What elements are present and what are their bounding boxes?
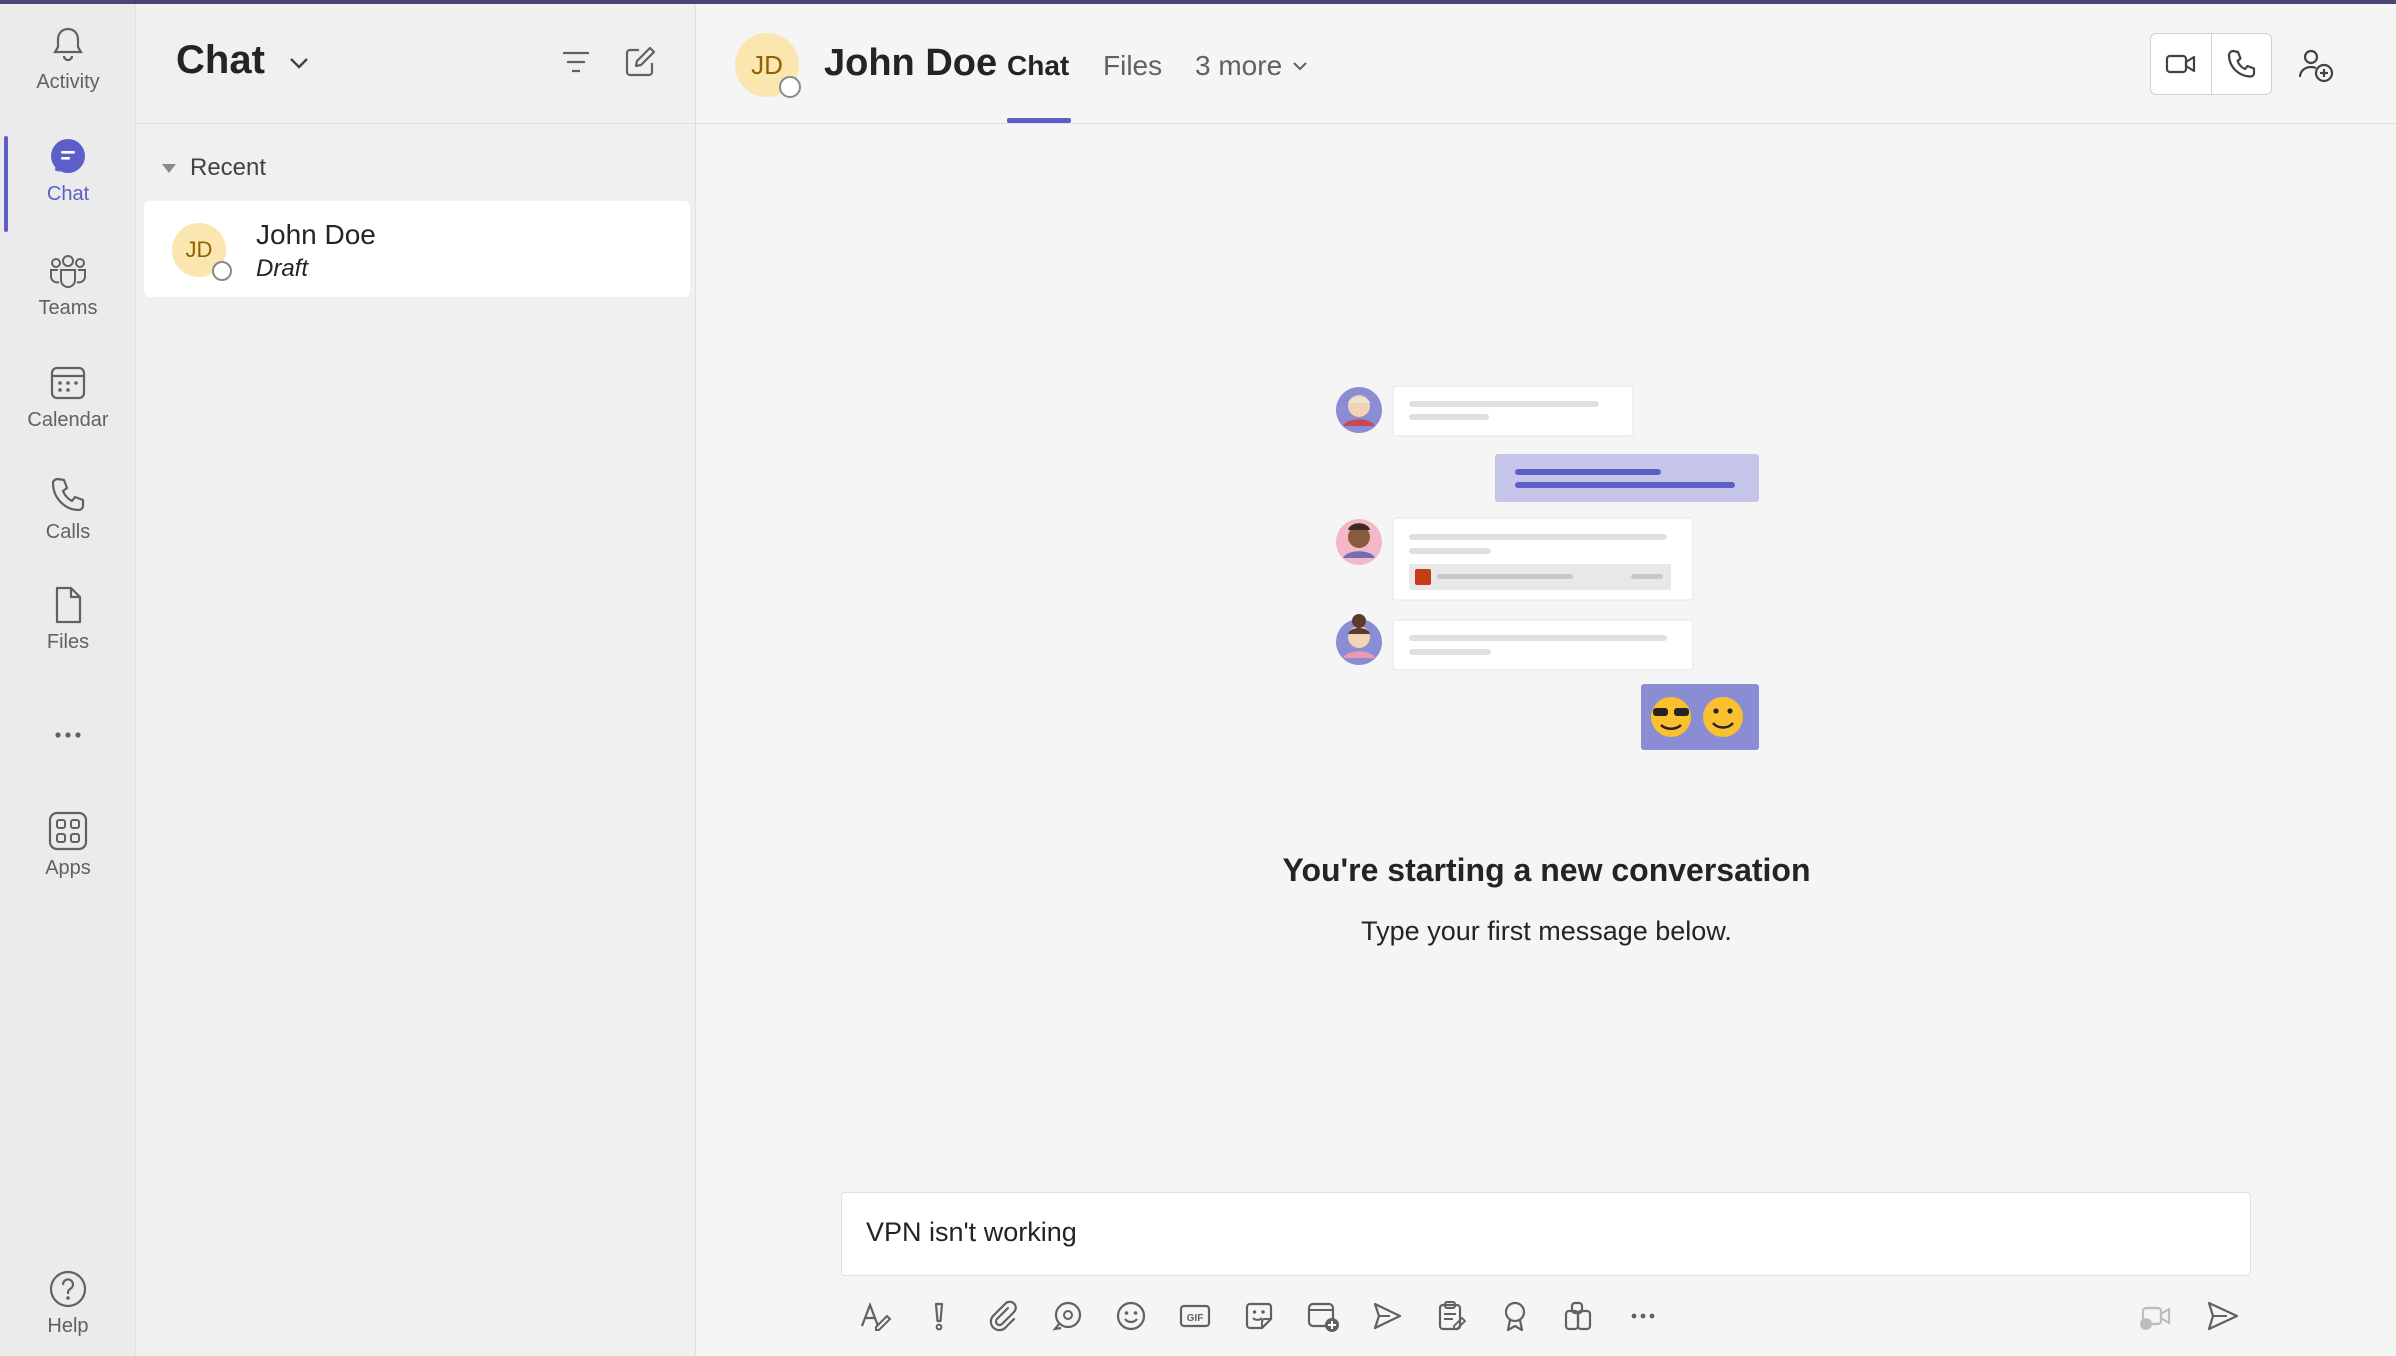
- emoji-button[interactable]: [1109, 1294, 1153, 1338]
- schedule-meeting-button[interactable]: [1301, 1294, 1345, 1338]
- rail-label: Files: [46, 631, 90, 653]
- send-button[interactable]: [2201, 1294, 2245, 1338]
- recent-label: Recent: [190, 154, 267, 181]
- recent-section-header[interactable]: Recent: [156, 154, 266, 182]
- presence-offline-icon: [779, 76, 801, 98]
- emoji-icon: [1116, 1301, 1146, 1331]
- apps-add-icon: [1564, 1301, 1592, 1331]
- bell-icon: [53, 27, 83, 62]
- loop-button[interactable]: [1045, 1294, 1089, 1338]
- gif-icon: GIF: [1179, 1304, 1211, 1328]
- help-icon: [49, 1270, 87, 1308]
- sticker-button[interactable]: [1237, 1294, 1281, 1338]
- stream-send-icon: [1373, 1302, 1402, 1330]
- calendar-add-icon: [1307, 1302, 1339, 1332]
- loop-icon: [1052, 1301, 1082, 1331]
- rail-label: Activity: [36, 71, 100, 93]
- empty-state-subtitle: Type your first message below.: [1361, 916, 1732, 946]
- rail-item-apps[interactable]: Apps: [0, 810, 136, 910]
- app-rail: Activity Chat Teams Calendar Calls Files…: [0, 4, 136, 1356]
- tab-more[interactable]: 3 more: [1195, 50, 1310, 82]
- rail-label: Calendar: [27, 409, 109, 431]
- tab-chat[interactable]: Chat: [1007, 50, 1069, 82]
- rail-item-chat[interactable]: Chat: [0, 136, 136, 236]
- empty-state-title: You're starting a new conversation: [1282, 852, 1811, 888]
- rail-item-teams[interactable]: Teams: [0, 250, 136, 350]
- tab-more-label: 3 more: [1195, 50, 1283, 81]
- chat-list-title[interactable]: Chat: [176, 38, 265, 83]
- video-clip-icon: [2140, 1306, 2171, 1330]
- chat-icon: [51, 139, 85, 173]
- importance-button[interactable]: [917, 1294, 961, 1338]
- chat-list-item[interactable]: JD John Doe Draft: [144, 201, 690, 297]
- badge-icon: [1504, 1301, 1526, 1332]
- chat-list-header: Chat: [136, 4, 695, 124]
- praise-button[interactable]: [1493, 1294, 1537, 1338]
- phone-icon: [51, 477, 85, 512]
- new-chat-icon[interactable]: [622, 44, 658, 80]
- phone-icon: [2228, 49, 2256, 78]
- more-icon: [55, 732, 81, 738]
- avatar-initials: JD: [751, 49, 783, 80]
- conversation-pane: JD John Doe Chat Files 3 more You're sta…: [697, 4, 2396, 1356]
- stream-button[interactable]: [1365, 1294, 1409, 1338]
- avatar-initials: JD: [185, 237, 213, 262]
- chat-item-name: John Doe: [256, 219, 376, 250]
- rail-item-activity[interactable]: Activity: [0, 24, 136, 124]
- conversation-title: John Doe: [824, 42, 998, 84]
- rail-item-help[interactable]: Help: [0, 1268, 136, 1356]
- chevron-down-icon: [1293, 62, 1307, 71]
- active-tab-indicator: [1007, 118, 1071, 123]
- call-buttons: [2150, 33, 2272, 95]
- rail-label: Help: [47, 1315, 89, 1337]
- exclamation-icon: [934, 1302, 944, 1331]
- send-icon: [2207, 1301, 2239, 1331]
- paperclip-icon: [989, 1300, 1017, 1332]
- teams-icon: [50, 255, 86, 288]
- rail-item-files[interactable]: Files: [0, 584, 136, 684]
- filter-icon[interactable]: [558, 44, 594, 80]
- attach-button[interactable]: [981, 1294, 1025, 1338]
- rail-label: Calls: [45, 521, 91, 543]
- format-pen-icon: [860, 1301, 892, 1331]
- message-input-text[interactable]: VPN isn't working: [866, 1217, 1077, 1247]
- rail-label: Chat: [46, 183, 90, 205]
- chat-item-preview: Draft: [256, 255, 309, 282]
- message-compose-box[interactable]: VPN isn't working: [841, 1192, 2251, 1276]
- svg-text:GIF: GIF: [1187, 1313, 1204, 1324]
- more-icon: [1631, 1313, 1655, 1319]
- rail-item-calendar[interactable]: Calendar: [0, 362, 136, 462]
- video-call-button[interactable]: [2151, 34, 2211, 94]
- apps-button[interactable]: [1557, 1294, 1601, 1338]
- video-camera-icon: [2165, 54, 2195, 74]
- file-icon: [55, 586, 82, 624]
- new-conversation-illustration: [1336, 385, 1759, 750]
- chevron-down-icon[interactable]: [284, 48, 314, 78]
- sticker-icon: [1245, 1302, 1273, 1330]
- rail-item-more[interactable]: [0, 714, 136, 814]
- rail-item-calls[interactable]: Calls: [0, 474, 136, 574]
- add-people-icon[interactable]: [2297, 46, 2335, 84]
- rail-label: Teams: [38, 297, 98, 319]
- presence-offline-icon: [212, 261, 232, 281]
- calendar-icon: [50, 366, 86, 400]
- apps-icon: [48, 811, 88, 851]
- format-button[interactable]: [853, 1294, 897, 1338]
- caret-down-icon: [162, 163, 176, 173]
- clipboard-icon: [1438, 1301, 1467, 1331]
- compose-toolbar: GIF: [853, 1294, 1685, 1338]
- chat-list-panel: Chat Recent JD John Doe Draft: [136, 4, 696, 1356]
- audio-call-button[interactable]: [2210, 34, 2272, 94]
- conversation-header: JD John Doe Chat Files 3 more: [697, 4, 2396, 124]
- more-options-button[interactable]: [1621, 1294, 1665, 1338]
- rail-label: Apps: [45, 857, 91, 879]
- gif-button[interactable]: GIF: [1173, 1294, 1217, 1338]
- video-clip-button[interactable]: [2133, 1294, 2177, 1338]
- forms-button[interactable]: [1429, 1294, 1473, 1338]
- tab-files[interactable]: Files: [1103, 50, 1162, 82]
